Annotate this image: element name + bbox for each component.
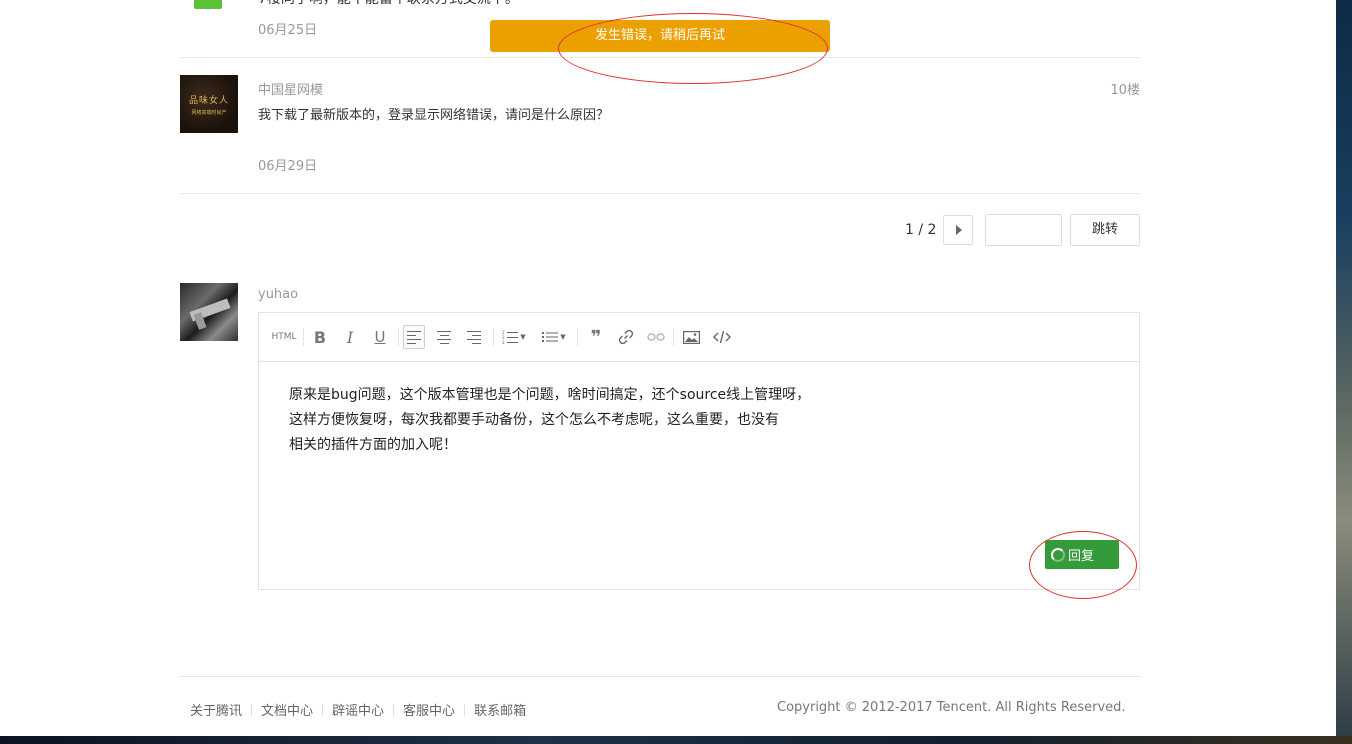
editor-toolbar: HTML B I U 1 2 3 ▼ ▼ ❞ [259, 313, 1139, 362]
comment-divider [180, 57, 1140, 58]
toolbar-separator [303, 328, 304, 346]
align-left-icon [407, 330, 421, 344]
desktop-background [1336, 0, 1352, 744]
loading-spinner-icon [1051, 547, 1065, 562]
comment-divider [180, 193, 1140, 194]
footer-links: 关于腾讯 文档中心 辟谣中心 客服中心 联系邮箱 [190, 700, 526, 719]
footer-separator [322, 703, 324, 716]
editor-line: 原来是bug问题，这个版本管理也是个问题，啥时间搞定，还个source线上管理呀… [289, 387, 811, 403]
previous-comment-date: 06月25日 [258, 23, 318, 38]
jump-button[interactable]: 跳转 [1070, 214, 1140, 246]
chevron-down-icon: ▼ [520, 333, 526, 341]
link-icon [618, 329, 634, 345]
unlink-button[interactable] [645, 325, 667, 349]
page: 7楼同学啊，能不能留个联系方式交流下。 06月25日 品味女人 网络高端时尚产 … [0, 0, 1336, 736]
error-toast: 发生错误，请稍后再试 [490, 20, 830, 52]
page-number-input[interactable] [985, 214, 1062, 246]
ordered-list-button[interactable]: 1 2 3 ▼ [499, 325, 529, 349]
avatar-logo-subtext: 网络高端时尚产 [191, 110, 227, 116]
comment-floor: 10楼 [1110, 83, 1140, 98]
footer-link-rumor[interactable]: 辟谣中心 [332, 700, 384, 719]
comment-text: 我下载了最新版本的，登录显示网络错误，请问是什么原因？ [258, 108, 610, 123]
insert-link-button[interactable] [615, 325, 637, 349]
underline-button[interactable]: U [369, 325, 391, 349]
comment-header: 10楼 [180, 79, 1140, 99]
reply-username: yuhao [258, 287, 299, 302]
align-right-icon [467, 330, 481, 344]
footer-separator [393, 703, 395, 716]
toolbar-separator [577, 328, 578, 346]
pager-next-button[interactable] [943, 215, 973, 245]
align-center-icon [437, 330, 451, 344]
italic-button[interactable]: I [339, 325, 361, 349]
rich-text-editor[interactable]: HTML B I U 1 2 3 ▼ ▼ ❞ 原来是bug问题，这个版本管理也是… [258, 312, 1140, 590]
reply-button[interactable]: 回复 [1045, 540, 1119, 569]
code-icon [713, 330, 731, 344]
avatar[interactable] [180, 283, 238, 341]
ordered-list-icon: 1 2 3 [502, 330, 519, 344]
html-source-button[interactable]: HTML [271, 325, 297, 349]
footer-separator [251, 703, 253, 716]
toolbar-separator [493, 328, 494, 346]
align-right-button[interactable] [463, 325, 485, 349]
chevron-down-icon: ▼ [560, 333, 566, 341]
unlink-icon [647, 333, 665, 341]
editor-line: 相关的插件方面的加入呢！ [289, 437, 457, 453]
previous-comment-avatar [194, 0, 222, 9]
pager-info: 1 / 2 [905, 222, 937, 238]
align-center-button[interactable] [433, 325, 455, 349]
unordered-list-button[interactable]: ▼ [539, 325, 569, 349]
editor-line: 这样方便恢复呀，每次我都要手动备份，这个怎么不考虑呢，这么重要，也没有 [289, 412, 779, 428]
comment-date: 06月29日 [258, 159, 318, 174]
toolbar-separator [398, 328, 399, 346]
footer-link-email[interactable]: 联系邮箱 [474, 700, 526, 719]
quote-icon: ❞ [590, 326, 602, 348]
copyright: Copyright © 2012-2017 Tencent. All Right… [777, 700, 1126, 715]
image-icon [682, 330, 700, 344]
svg-text:3: 3 [502, 340, 505, 344]
reply-button-label: 回复 [1068, 549, 1095, 564]
footer-separator [464, 703, 466, 716]
editor-content[interactable]: 原来是bug问题，这个版本管理也是个问题，啥时间搞定，还个source线上管理呀… [289, 383, 1109, 458]
align-left-button[interactable] [403, 325, 425, 349]
blockquote-button[interactable]: ❞ [585, 325, 607, 349]
footer-link-support[interactable]: 客服中心 [403, 700, 455, 719]
previous-comment-text: 7楼同学啊，能不能留个联系方式交流下。 [258, 0, 519, 8]
unordered-list-icon [542, 332, 559, 342]
desktop-background [0, 736, 1352, 744]
insert-image-button[interactable] [679, 325, 703, 349]
bold-button[interactable]: B [309, 325, 331, 349]
code-button[interactable] [709, 325, 735, 349]
footer-link-about[interactable]: 关于腾讯 [190, 700, 242, 719]
toolbar-separator [673, 328, 674, 346]
footer-divider [180, 676, 1140, 677]
footer-link-docs[interactable]: 文档中心 [261, 700, 313, 719]
